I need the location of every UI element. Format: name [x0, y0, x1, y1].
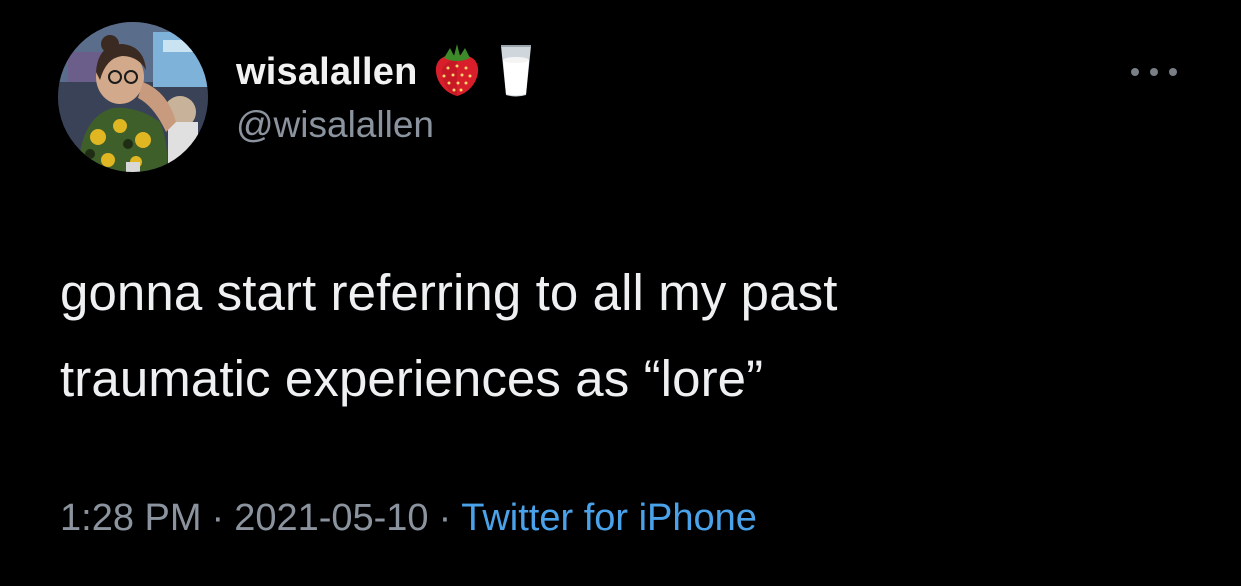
more-dot: [1169, 68, 1177, 76]
more-dot: [1131, 68, 1139, 76]
tweet-time[interactable]: 1:28 PM: [60, 497, 202, 539]
user-handle[interactable]: @wisalallen: [236, 104, 434, 146]
more-options-icon[interactable]: [1131, 64, 1177, 80]
display-name[interactable]: wisalallen: [236, 51, 418, 94]
milk-glass-emoji-icon: [498, 42, 534, 103]
avatar-image: [58, 22, 208, 172]
tweet-card: wisalallen @wisalallen gonna start refer…: [0, 0, 1241, 586]
strawberry-emoji-icon: [432, 42, 482, 103]
name-row: wisalallen: [236, 43, 534, 98]
meta-separator: ·: [438, 497, 452, 539]
more-dot: [1150, 68, 1158, 76]
tweet-metadata: 1:28 PM · 2021-05-10 · Twitter for iPhone: [60, 497, 757, 540]
avatar[interactable]: [58, 22, 208, 172]
tweet-source-link[interactable]: Twitter for iPhone: [461, 497, 757, 539]
tweet-text-line: gonna start referring to all my past: [60, 264, 838, 321]
tweet-text: gonna start referring to all my past tra…: [60, 250, 1180, 422]
tweet-text-line: traumatic experiences as “lore”: [60, 350, 764, 407]
tweet-date[interactable]: 2021-05-10: [234, 497, 428, 539]
meta-separator: ·: [211, 497, 225, 539]
